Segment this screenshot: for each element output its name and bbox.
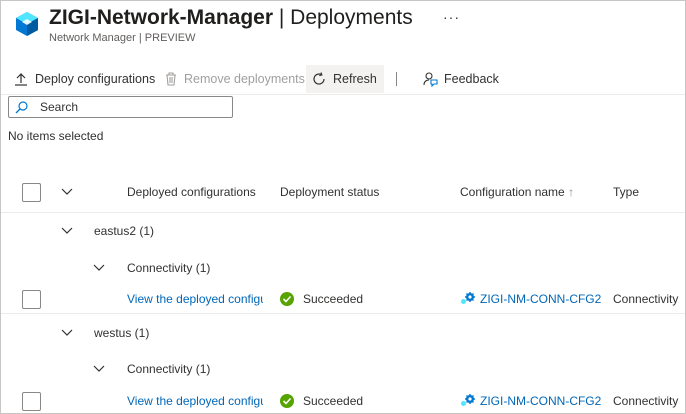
success-check-icon [280,394,294,408]
row-checkbox[interactable] [22,392,41,411]
feedback-button[interactable]: Feedback [422,65,499,93]
type-value: Connectivity [613,394,679,408]
deploy-configurations-button[interactable]: Deploy configurations [13,65,155,93]
command-bar: Deploy configurations Remove deployments… [1,63,685,95]
search-box[interactable] [8,96,233,118]
deployment-status-value: Succeeded [303,394,364,408]
view-deployed-configurations-link[interactable]: View the deployed configurations [127,292,263,306]
view-deployed-configurations-link[interactable]: View the deployed configurations [127,394,263,408]
refresh-button[interactable]: Refresh [306,65,384,93]
network-manager-icon [15,11,39,37]
selection-status: No items selected [8,129,104,143]
search-icon [15,100,28,113]
sort-ascending-icon: ↑ [568,185,575,199]
region-group-label: westus (1) [94,326,150,340]
remove-deployments-label: Remove deployments [184,72,305,86]
feedback-label: Feedback [444,72,499,86]
deployment-status-value: Succeeded [303,292,364,306]
column-header-deployment-status[interactable]: Deployment status [280,185,379,199]
refresh-icon [313,72,325,85]
deployments-page: ZIGI-Network-Manager | Deployments ··· N… [0,0,686,414]
page-title: ZIGI-Network-Manager | Deployments [49,6,413,29]
column-header-configuration-name[interactable]: Configuration name ↑ [460,185,574,199]
select-all-checkbox[interactable] [22,183,41,202]
column-header-type[interactable]: Type [613,185,639,199]
trash-icon [166,72,176,86]
page-subtitle: Network Manager | PREVIEW [49,32,196,44]
chevron-down-icon[interactable] [61,328,73,338]
deploy-configurations-label: Deploy configurations [35,72,156,86]
success-check-icon [280,292,294,306]
column-header-deployed-configurations[interactable]: Deployed configurations [127,185,256,199]
upload-icon [15,73,27,86]
feedback-icon [423,72,438,87]
gear-icon [461,394,475,406]
gear-icon [461,292,475,304]
configuration-name-link[interactable]: ZIGI-NM-CONN-CFG2 [480,394,601,408]
row-divider [1,313,685,314]
remove-deployments-button[interactable]: Remove deployments [164,65,305,93]
search-input[interactable] [38,99,218,115]
refresh-label: Refresh [333,72,377,86]
row-checkbox[interactable] [22,290,41,309]
chevron-down-icon[interactable] [61,226,73,236]
type-value: Connectivity [613,292,679,306]
chevron-down-icon[interactable] [93,364,105,374]
more-options-button[interactable]: ··· [443,9,460,25]
toolbar-divider [396,72,397,86]
region-group-label: eastus2 (1) [94,224,155,238]
header-divider [1,212,685,213]
configuration-name-link[interactable]: ZIGI-NM-CONN-CFG2 [480,292,601,306]
chevron-down-icon[interactable] [93,263,105,273]
subgroup-label: Connectivity (1) [127,261,211,275]
collapse-all-icon[interactable] [61,187,73,197]
subgroup-label: Connectivity (1) [127,362,211,376]
